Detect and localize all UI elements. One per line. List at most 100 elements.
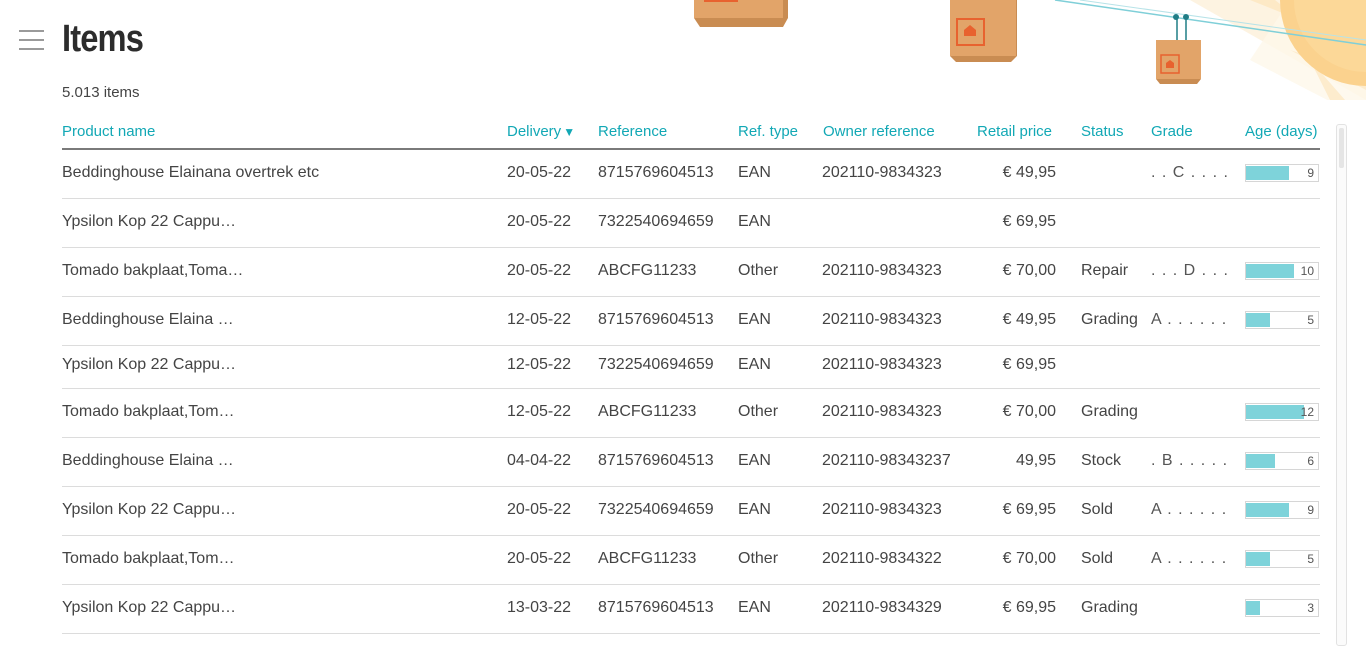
age-value: 10 xyxy=(1300,264,1314,278)
cell-retail-price: € 69,95 xyxy=(1002,356,1056,373)
cell-retail-price: € 70,00 xyxy=(1002,550,1056,567)
cell-delivery: 12-05-22 xyxy=(507,311,572,328)
box-icon xyxy=(950,0,1017,62)
age-bar-fill xyxy=(1246,313,1270,327)
cell-status: Grading xyxy=(1081,599,1138,616)
cell-retail-price: € 70,00 xyxy=(1002,262,1056,279)
cell-reference: 8715769604513 xyxy=(598,452,714,469)
column-header-product[interactable]: Product name xyxy=(62,123,155,140)
cell-retail-price: € 69,95 xyxy=(1002,599,1056,616)
cell-product-name: Ypsilon Kop 22 Cappu… xyxy=(62,501,237,518)
cell-reference: 8715769604513 xyxy=(598,599,714,616)
age-bar-fill xyxy=(1246,552,1270,566)
table-body: Beddinghouse Elainana overtrek etc 20-05-… xyxy=(62,150,1320,634)
cell-delivery: 20-05-22 xyxy=(507,213,572,230)
cell-owner-reference: 202110-9834323 xyxy=(822,311,942,328)
scrollbar-thumb[interactable] xyxy=(1339,128,1344,168)
hamburger-menu-icon[interactable] xyxy=(18,28,46,52)
hanging-box-icon xyxy=(1156,14,1201,84)
table-row[interactable]: Tomado bakplaat,Toma… 20-05-22 ABCFG11233 O… xyxy=(62,248,1320,297)
table-row[interactable]: Beddinghouse Elaina … 12-05-22 87157696045… xyxy=(62,297,1320,346)
age-bar: 5 xyxy=(1245,311,1319,329)
table-header: Product name Delivery ▼ Reference Ref. ty… xyxy=(62,118,1320,150)
cell-grade: A . . . . . . xyxy=(1151,501,1228,518)
cell-product-name: Ypsilon Kop 22 Cappu… xyxy=(62,599,237,616)
cell-status: Repair xyxy=(1081,262,1129,279)
column-header-owner-reference[interactable]: Owner reference xyxy=(823,123,935,140)
cell-grade: . . . D . . . xyxy=(1151,262,1229,279)
items-table: Product name Delivery ▼ Reference Ref. ty… xyxy=(62,118,1320,634)
age-bar: 10 xyxy=(1245,262,1319,280)
cell-reference: 8715769604513 xyxy=(598,164,714,181)
cell-owner-reference: 202110-9834323 xyxy=(822,262,942,279)
age-bar-fill xyxy=(1246,405,1304,419)
cell-product-name: Tomado bakplaat,Toma… xyxy=(62,262,244,279)
cell-product-name: Beddinghouse Elainana overtrek etc xyxy=(62,164,320,181)
age-bar: 6 xyxy=(1245,452,1319,470)
table-row[interactable]: Ypsilon Kop 22 Cappu… 20-05-22 73225406946… xyxy=(62,487,1320,536)
cell-ref-type: EAN xyxy=(738,164,771,181)
cell-ref-type: Other xyxy=(738,403,779,420)
age-bar-fill xyxy=(1246,503,1290,517)
cell-delivery: 20-05-22 xyxy=(507,164,572,181)
box-icon xyxy=(694,0,788,27)
age-value: 6 xyxy=(1307,454,1314,468)
age-bar-fill xyxy=(1246,454,1275,468)
age-bar-fill xyxy=(1246,166,1290,180)
column-header-reference[interactable]: Reference xyxy=(598,123,667,140)
cell-ref-type: Other xyxy=(738,550,779,567)
cell-delivery: 04-04-22 xyxy=(507,452,572,469)
cell-delivery: 12-05-22 xyxy=(507,403,572,420)
age-value: 3 xyxy=(1307,601,1314,615)
table-row[interactable]: Tomado bakplaat,Tom… 12-05-22 ABCFG11233 Ot… xyxy=(62,389,1320,438)
cell-reference: ABCFG11233 xyxy=(598,403,697,420)
cell-status: Sold xyxy=(1081,550,1114,567)
cell-reference: 7322540694659 xyxy=(598,501,714,518)
cell-retail-price: 49,95 xyxy=(1015,452,1056,469)
table-row[interactable]: Beddinghouse Elaina … 04-04-22 87157696045… xyxy=(62,438,1320,487)
table-row[interactable]: Ypsilon Kop 22 Cappu… 13-03-22 87157696045… xyxy=(62,585,1320,634)
cell-reference: ABCFG11233 xyxy=(598,262,697,279)
cell-owner-reference: 202110-9834323 xyxy=(822,164,942,181)
cell-ref-type: EAN xyxy=(738,213,771,230)
cell-delivery: 20-05-22 xyxy=(507,501,572,518)
cell-product-name: Beddinghouse Elaina … xyxy=(62,452,234,469)
table-row[interactable]: Ypsilon Kop 22 Cappu… 20-05-22 73225406946… xyxy=(62,199,1320,248)
cell-delivery: 12-05-22 xyxy=(507,356,572,373)
table-row[interactable]: Ypsilon Kop 22 Cappu… 12-05-22 73225406946… xyxy=(62,346,1320,389)
age-bar: 5 xyxy=(1245,550,1319,568)
cell-product-name: Beddinghouse Elaina … xyxy=(62,311,234,328)
cell-status: Sold xyxy=(1081,501,1114,518)
age-bar-fill xyxy=(1246,264,1294,278)
column-header-ref-type[interactable]: Ref. type xyxy=(738,123,798,140)
column-header-status[interactable]: Status xyxy=(1081,123,1124,140)
cell-grade: . B . . . . . xyxy=(1151,452,1229,469)
cell-reference: 7322540694659 xyxy=(598,213,714,230)
sort-descending-icon: ▼ xyxy=(563,125,576,139)
cell-delivery: 20-05-22 xyxy=(507,550,572,567)
column-header-retail-price[interactable]: Retail price xyxy=(977,123,1052,140)
cell-ref-type: EAN xyxy=(738,452,771,469)
cell-product-name: Tomado bakplaat,Tom… xyxy=(62,550,235,567)
cell-product-name: Ypsilon Kop 22 Cappu… xyxy=(62,356,237,373)
column-header-age[interactable]: Age (days) xyxy=(1245,123,1318,140)
cell-grade: A . . . . . . xyxy=(1151,311,1228,328)
table-row[interactable]: Beddinghouse Elainana overtrek etc 20-05-… xyxy=(62,150,1320,199)
cell-reference: 8715769604513 xyxy=(598,311,714,328)
column-header-delivery-label: Delivery xyxy=(507,123,562,140)
cell-owner-reference: 202110-9834329 xyxy=(822,599,942,616)
cell-retail-price: € 49,95 xyxy=(1002,164,1056,181)
age-value: 5 xyxy=(1307,313,1314,327)
cell-owner-reference: 202110-98343237 xyxy=(822,452,951,469)
cell-status: Grading xyxy=(1081,403,1138,420)
column-header-delivery[interactable]: Delivery ▼ xyxy=(507,123,575,140)
column-header-grade[interactable]: Grade xyxy=(1151,123,1193,140)
items-page: Items 5.013 items Product name Delivery ▼… xyxy=(0,0,1366,668)
cell-reference: 7322540694659 xyxy=(598,356,714,373)
table-row[interactable]: Tomado bakplaat,Tom… 20-05-22 ABCFG11233 Ot… xyxy=(62,536,1320,585)
cell-product-name: Ypsilon Kop 22 Cappu… xyxy=(62,213,237,230)
vertical-scrollbar[interactable] xyxy=(1336,124,1347,646)
age-bar: 12 xyxy=(1245,403,1319,421)
cell-ref-type: EAN xyxy=(738,356,771,373)
cell-grade: A . . . . . . xyxy=(1151,550,1228,567)
